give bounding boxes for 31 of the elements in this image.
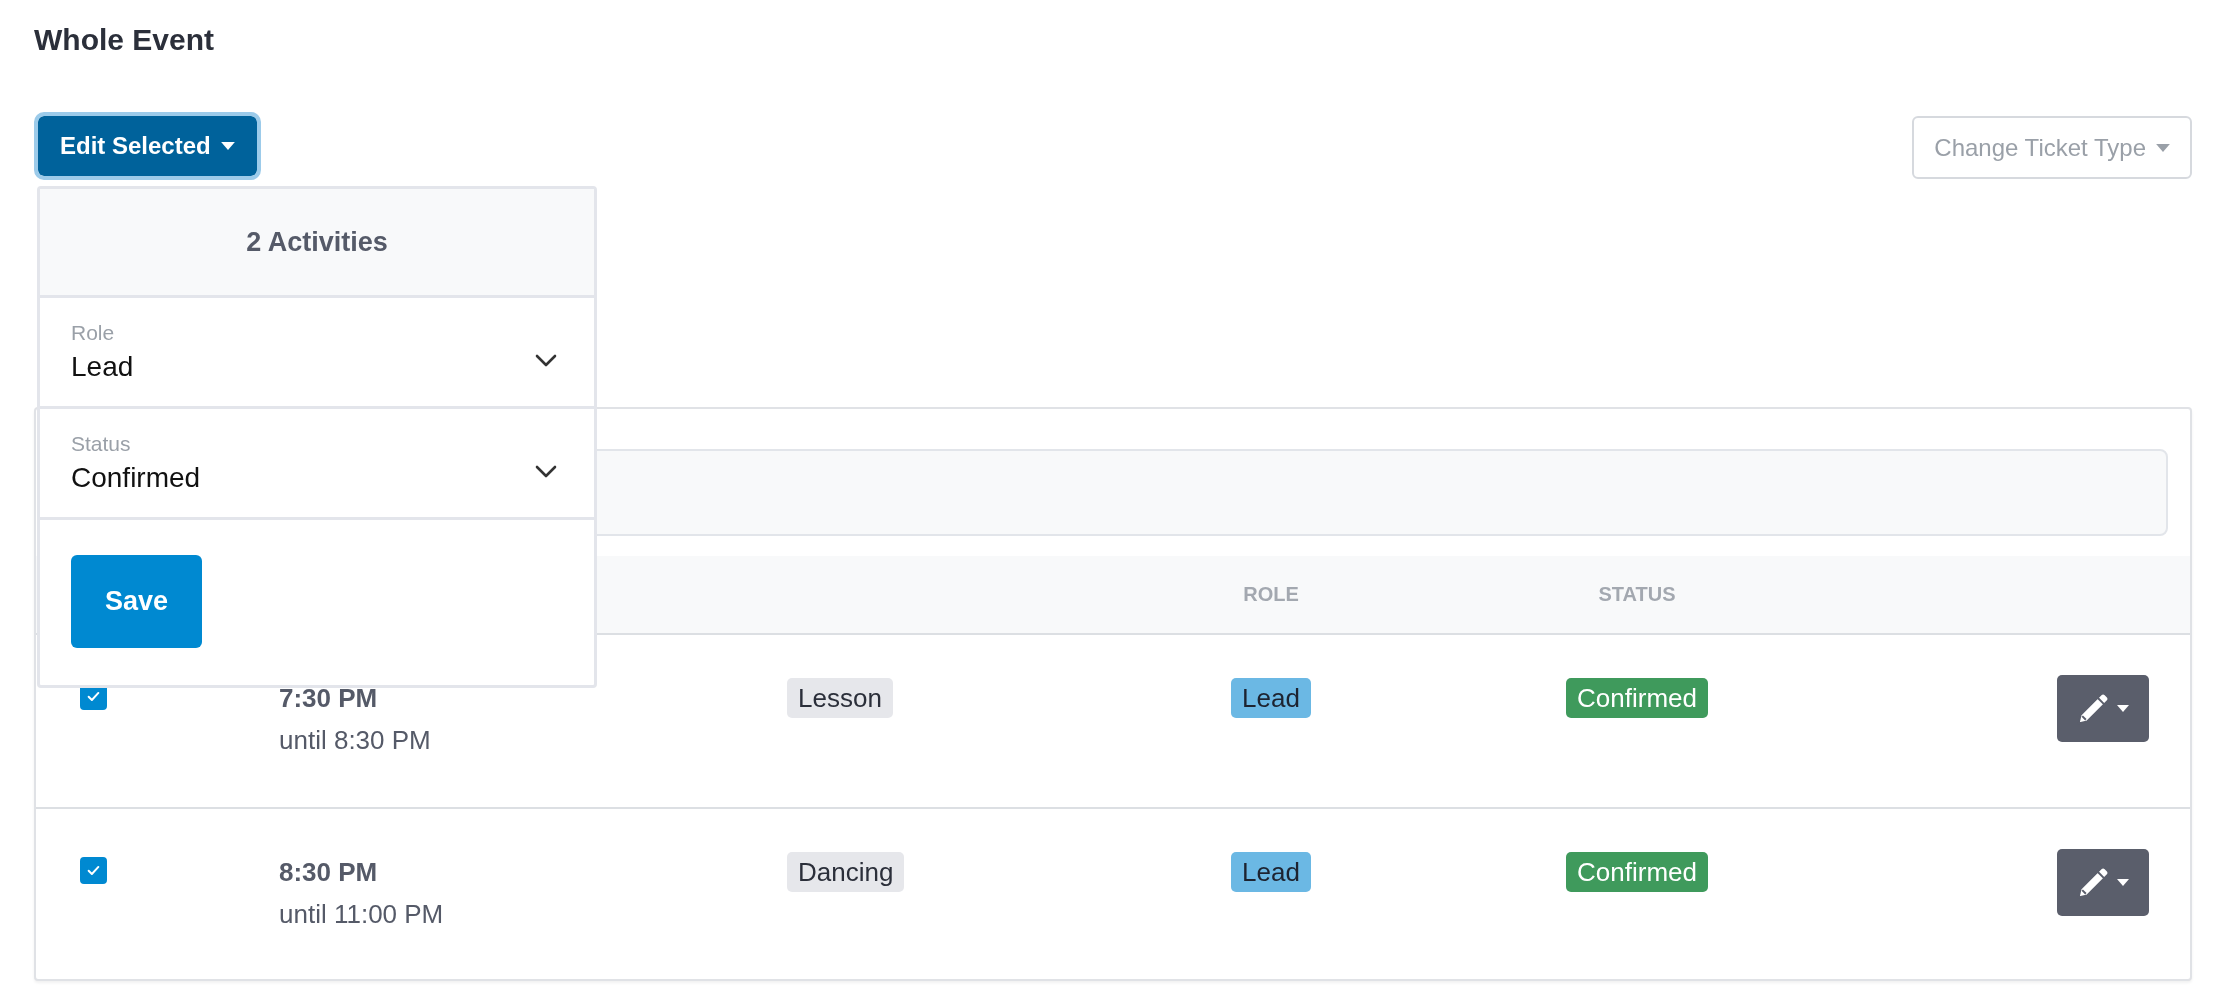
status-tag: Confirmed bbox=[1566, 678, 1708, 718]
chevron-down-icon bbox=[535, 354, 557, 367]
activity-tag: Dancing bbox=[787, 852, 905, 892]
activity-tag: Lesson bbox=[787, 678, 893, 718]
column-header: ROLE bbox=[1242, 583, 1300, 606]
start-time: 8:30 PM bbox=[279, 856, 378, 889]
select-field[interactable]: Status Confirmed bbox=[40, 409, 594, 520]
pencil-icon bbox=[2077, 692, 2109, 725]
caret-icon bbox=[2117, 879, 2129, 886]
role-tag: Lead bbox=[1231, 852, 1311, 892]
page-title: Whole Event bbox=[34, 22, 215, 58]
end-time: until 8:30 PM bbox=[279, 724, 431, 757]
save-button[interactable]: Save bbox=[71, 555, 202, 648]
row-checkbox[interactable] bbox=[80, 857, 107, 884]
checkmark-icon bbox=[87, 865, 100, 876]
edit-menu-button[interactable] bbox=[2057, 849, 2149, 916]
caret-icon bbox=[2156, 143, 2170, 152]
caret-icon bbox=[220, 142, 235, 150]
chevron-down-icon bbox=[535, 465, 557, 478]
end-time: until 11:00 PM bbox=[279, 898, 444, 931]
start-time: 7:30 PM bbox=[279, 682, 378, 715]
caret-icon bbox=[2117, 705, 2129, 712]
column-header: STATUS bbox=[1597, 583, 1677, 606]
role-tag: Lead bbox=[1231, 678, 1311, 718]
checkmark-icon bbox=[87, 691, 100, 702]
pencil-icon bbox=[2077, 866, 2109, 899]
select-field[interactable]: Role Lead bbox=[40, 298, 594, 409]
status-tag: Confirmed bbox=[1566, 852, 1708, 892]
edit-selected-button[interactable]: Edit Selected bbox=[34, 112, 261, 180]
menu-title: 2 Activities bbox=[246, 226, 388, 258]
edit-menu-button[interactable] bbox=[2057, 675, 2149, 742]
